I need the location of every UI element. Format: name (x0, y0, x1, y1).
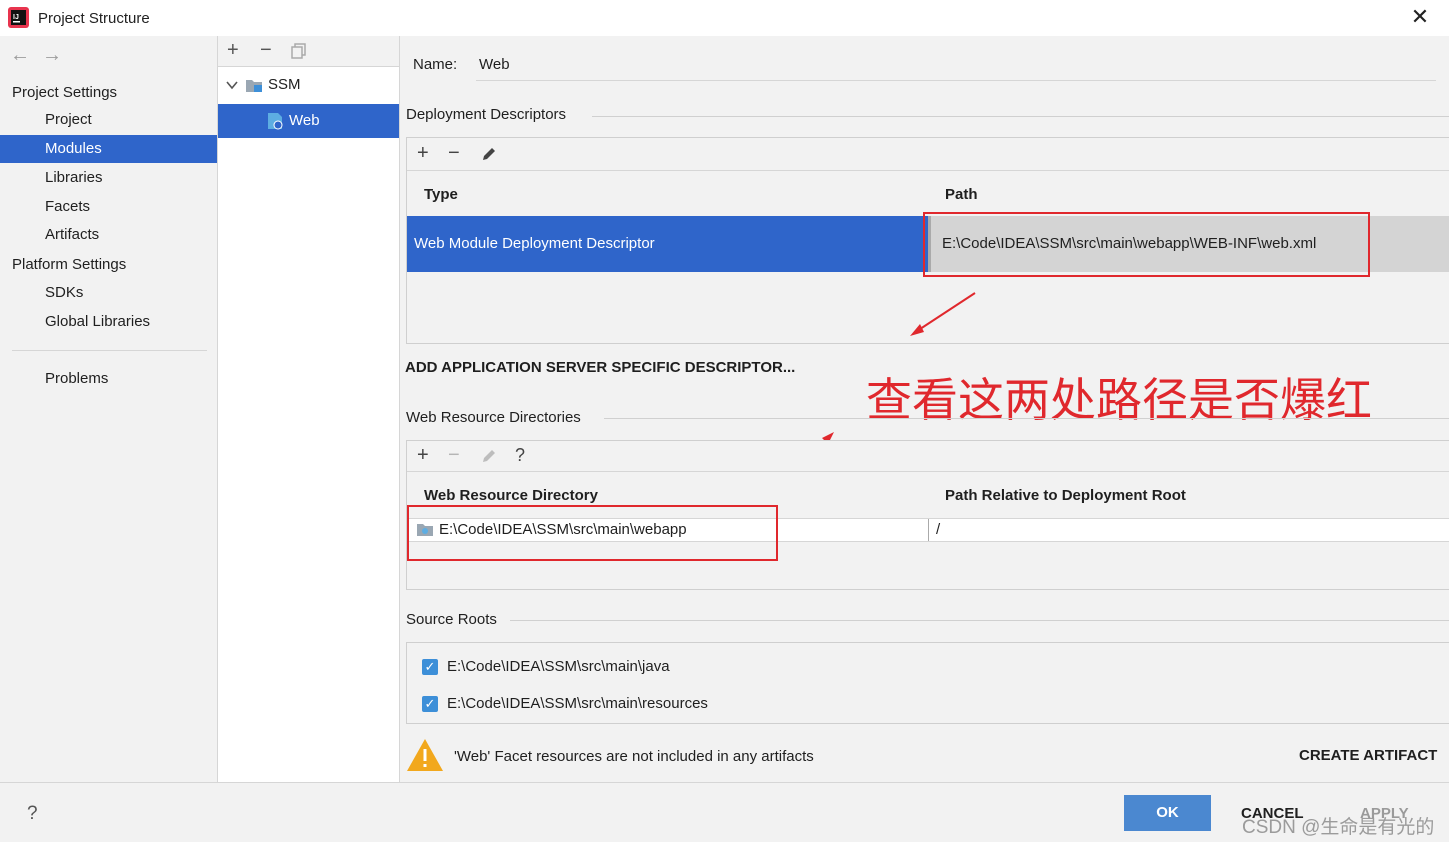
facet-editor: Name: Web Deployment Descriptors + − Typ… (400, 36, 1449, 782)
highlight-box (407, 505, 778, 561)
source-root-path: E:\Code\IDEA\SSM\src\main\java (447, 658, 670, 675)
source-roots-list: ✓ E:\Code\IDEA\SSM\src\main\java ✓ E:\Co… (406, 642, 1449, 724)
web-resource-directories-heading: Web Resource Directories (406, 409, 581, 426)
table-header: Type Path (407, 171, 1449, 216)
source-root-checkbox[interactable]: ✓ (422, 696, 438, 712)
tree-node-ssm[interactable]: SSM (218, 68, 399, 102)
relative-path-cell[interactable]: / (936, 521, 940, 538)
nav-item-project[interactable]: Project (0, 106, 217, 134)
close-icon[interactable]: ✕ (1409, 6, 1431, 28)
tree-toolbar: + − (218, 36, 399, 67)
add-icon[interactable]: + (417, 142, 429, 165)
section-divider (592, 116, 1449, 117)
chevron-down-icon[interactable] (226, 80, 238, 90)
section-divider (604, 418, 1449, 419)
window-title: Project Structure (38, 10, 150, 27)
help-icon[interactable]: ? (515, 445, 525, 466)
table-toolbar: + − ? (407, 441, 1449, 472)
column-header-type: Type (424, 186, 458, 203)
nav-divider (12, 350, 207, 351)
source-roots-heading: Source Roots (406, 611, 497, 628)
remove-icon[interactable]: − (448, 444, 460, 467)
intellij-logo-icon: IJ (8, 7, 29, 28)
name-field[interactable]: Web (479, 56, 510, 73)
web-facet-icon (268, 113, 283, 130)
module-tree-pane: + − SSM Web (218, 36, 400, 782)
nav-item-artifacts[interactable]: Artifacts (0, 221, 217, 249)
create-artifact-button[interactable]: CREATE ARTIFACT (1299, 747, 1437, 764)
add-server-descriptor-button[interactable]: ADD APPLICATION SERVER SPECIFIC DESCRIPT… (405, 359, 795, 376)
descriptor-type-cell[interactable]: Web Module Deployment Descriptor (407, 216, 928, 272)
nav-item-sdks[interactable]: SDKs (0, 279, 217, 307)
project-settings-heading: Project Settings (12, 84, 118, 101)
forward-arrow-icon[interactable]: → (42, 44, 62, 67)
watermark: CSDN @生命是有光的 (1242, 817, 1435, 838)
platform-settings-heading: Platform Settings (12, 256, 127, 273)
nav-item-problems[interactable]: Problems (0, 365, 217, 393)
column-header-web-resource-directory: Web Resource Directory (424, 487, 598, 504)
svg-text:IJ: IJ (13, 14, 19, 21)
settings-nav: ← → Project Settings Project Modules Lib… (0, 36, 218, 782)
add-icon[interactable]: + (227, 39, 239, 62)
ok-button[interactable]: OK (1124, 795, 1211, 831)
title-bar: IJ Project Structure ✕ (0, 0, 1449, 36)
name-label: Name: (413, 56, 458, 73)
add-icon[interactable]: + (417, 444, 429, 467)
remove-icon[interactable]: − (448, 142, 460, 165)
nav-item-modules[interactable]: Modules (0, 135, 217, 163)
tree-node-web[interactable]: Web (218, 104, 399, 138)
back-arrow-icon[interactable]: ← (10, 44, 30, 67)
help-icon[interactable]: ? (27, 803, 38, 825)
nav-item-libraries[interactable]: Libraries (0, 164, 217, 192)
warning-text: 'Web' Facet resources are not included i… (454, 748, 814, 765)
source-root-checkbox[interactable]: ✓ (422, 659, 438, 675)
name-field-underline (476, 80, 1436, 81)
source-root-path: E:\Code\IDEA\SSM\src\main\resources (447, 695, 708, 712)
tree-node-label: Web (289, 112, 320, 129)
section-divider (510, 620, 1449, 621)
list-item[interactable]: ✓ E:\Code\IDEA\SSM\src\main\resources (422, 695, 922, 715)
nav-item-facets[interactable]: Facets (0, 193, 217, 221)
list-item[interactable]: ✓ E:\Code\IDEA\SSM\src\main\java (422, 658, 922, 678)
column-header-path: Path (945, 186, 978, 203)
nav-item-global-libraries[interactable]: Global Libraries (0, 308, 217, 336)
module-folder-icon (246, 80, 262, 92)
edit-pencil-icon[interactable] (480, 447, 498, 465)
deployment-descriptors-heading: Deployment Descriptors (406, 106, 567, 123)
column-separator (928, 519, 929, 541)
column-header-path-relative: Path Relative to Deployment Root (945, 487, 1186, 504)
tree-node-label: SSM (268, 76, 301, 93)
copy-icon[interactable] (291, 43, 307, 59)
highlight-box (923, 212, 1370, 277)
dialog-footer: ? OK CANCEL APPLY CSDN @生命是有光的 (0, 782, 1449, 842)
warning-icon (407, 739, 443, 771)
edit-pencil-icon[interactable] (480, 145, 498, 163)
table-toolbar: + − (407, 138, 1449, 171)
remove-icon[interactable]: − (260, 39, 272, 62)
